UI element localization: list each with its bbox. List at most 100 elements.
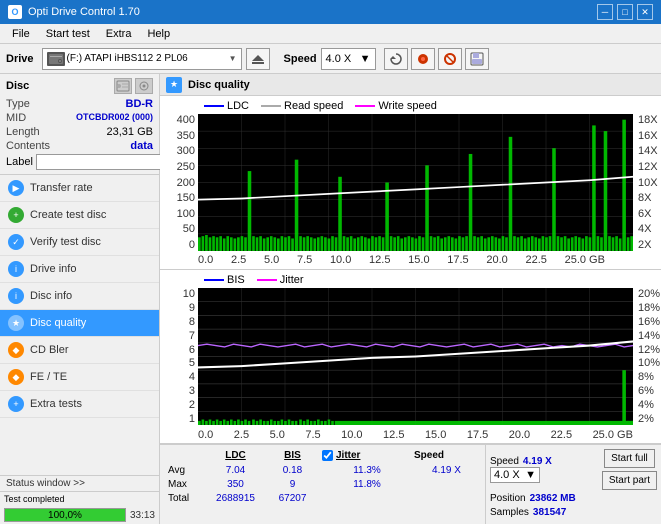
stats-avg-ldc: 7.04 [208,464,263,477]
app-logo: O [8,5,22,19]
nav-create-test-disc[interactable]: + Create test disc [0,202,159,229]
close-button[interactable]: ✕ [637,4,653,20]
erase-button[interactable] [438,48,462,70]
samples-row: Samples 381547 [490,507,657,518]
menu-extra[interactable]: Extra [98,26,140,42]
stats-max-label: Max [166,478,206,491]
speed-dropdown-arrow: ▼ [525,469,536,481]
app-title: Opti Drive Control 1.70 [28,6,140,18]
disc-info-icon[interactable] [114,78,132,94]
bis-jitter-chart: BIS Jitter 10 9 8 7 6 5 4 3 2 [160,270,661,444]
nav-drive-info-icon: i [8,261,24,277]
nav-disc-quality[interactable]: ★ Disc quality [0,310,159,337]
disc-scan-icon[interactable] [135,78,153,94]
minimize-button[interactable]: ─ [597,4,613,20]
stats-max-ldc: 350 [208,478,263,491]
disc-contents-value: data [130,140,153,152]
menu-start-test[interactable]: Start test [38,26,98,42]
nav-transfer-rate-label: Transfer rate [30,182,93,194]
legend-ldc-color [204,105,224,107]
position-label: Position [490,493,526,504]
main-area: Disc Type BD-R MID OTCBDR002 (000) [0,74,661,524]
ldc-y-labels: 400 350 300 250 200 150 100 50 0 [160,114,198,251]
legend-write-speed: Write speed [355,100,437,112]
legend-bis-color [204,279,224,281]
menubar: File Start test Extra Help [0,24,661,44]
stats-header-row: LDC BIS Jitter Speed [166,449,479,462]
content-area: ★ Disc quality LDC Read speed [160,74,661,524]
nav-disc-info[interactable]: i Disc info [0,283,159,310]
speed-dropdown-row: 4.0 X ▼ [490,467,552,483]
maximize-button[interactable]: □ [617,4,633,20]
progress-bar: 100,0% [4,508,126,522]
nav-extra-tests[interactable]: + Extra tests [0,391,159,418]
speed-dropdown-arrow: ▼ [360,53,371,65]
speed-dropdown[interactable]: 4.0 X ▼ [490,467,540,483]
nav-cd-bler-icon: ◆ [8,342,24,358]
legend-bis: BIS [204,274,245,286]
nav-fe-te-icon: ◆ [8,369,24,385]
status-text: Test completed [4,494,65,504]
toolbar-icons [384,48,489,70]
nav-drive-info[interactable]: i Drive info [0,256,159,283]
status-window-button[interactable]: Status window >> [0,476,159,492]
nav-cd-bler[interactable]: ◆ CD Bler [0,337,159,364]
nav-verify-label: Verify test disc [30,236,101,248]
nav-create-test-label: Create test disc [30,209,106,221]
nav-verify-icon: ✓ [8,234,24,250]
bis-x-labels: 0.0 2.5 5.0 7.5 10.0 12.5 15.0 17.5 20.0… [198,429,633,441]
jitter-checkbox-container: Jitter [322,449,412,462]
charts-area: LDC Read speed Write speed 400 350 300 [160,96,661,444]
legend-ldc-label: LDC [227,100,249,112]
stats-bis-header: BIS [265,449,320,462]
drive-select[interactable]: (F:) ATAPI iHBS112 2 PL06 ▼ [42,48,242,70]
disc-mid-field: MID OTCBDR002 (000) [6,112,153,124]
nav-cd-bler-label: CD Bler [30,344,69,356]
stats-max-jitter: 11.8% [322,478,412,491]
start-part-button[interactable]: Start part [602,471,657,490]
stats-avg-bis: 0.18 [265,464,320,477]
nav-extra-tests-icon: + [8,396,24,412]
position-value: 23862 MB [530,493,576,504]
menu-help[interactable]: Help [139,26,178,42]
legend-ldc: LDC [204,100,249,112]
menu-file[interactable]: File [4,26,38,42]
save-button[interactable] [465,48,489,70]
disc-length-value: 23,31 GB [107,126,153,138]
nav-fe-te[interactable]: ◆ FE / TE [0,364,159,391]
disc-type-label: Type [6,98,30,110]
jitter-checkbox[interactable] [322,450,333,461]
progress-label: 100,0% [5,509,125,522]
nav-extra-tests-label: Extra tests [30,398,82,410]
speed-info: Speed 4.19 X [490,456,552,467]
nav-disc-info-icon: i [8,288,24,304]
stats-total-bis: 67207 [265,492,320,505]
speed-display-value: 4.19 X [523,456,552,467]
eject-button[interactable] [246,48,270,70]
nav-disc-quality-icon: ★ [8,315,24,331]
record-button[interactable] [411,48,435,70]
drive-toolbar: Drive (F:) ATAPI iHBS112 2 PL06 ▼ Speed … [0,44,661,74]
nav-transfer-rate[interactable]: ▶ Transfer rate [0,175,159,202]
speed-select[interactable]: 4.0 X ▼ [321,48,376,70]
bis-legend: BIS Jitter [204,274,304,286]
legend-read-speed-color [261,105,281,107]
titlebar: O Opti Drive Control 1.70 ─ □ ✕ [0,0,661,24]
start-full-button[interactable]: Start full [604,449,655,468]
stats-ldc-header: LDC [208,449,263,462]
refresh-button[interactable] [384,48,408,70]
disc-type-value: BD-R [126,98,154,110]
disc-mid-value: OTCBDR002 (000) [76,112,153,124]
stats-max-row: Max 350 9 11.8% [166,478,479,491]
disc-header-icons [114,78,153,94]
stats-avg-speed: 4.19 X [414,464,479,477]
stats-speed-header: Speed [414,450,444,461]
nav-verify-test-disc[interactable]: ✓ Verify test disc [0,229,159,256]
position-row: Position 23862 MB [490,493,657,504]
drive-icon [47,52,65,66]
bis-y-labels: 10 9 8 7 6 5 4 3 2 1 [160,288,198,425]
stats-right-panel: Speed 4.19 X 4.0 X ▼ Start full Start p [485,445,661,524]
ldc-chart-svg [198,114,633,251]
titlebar-left: O Opti Drive Control 1.70 [8,5,140,19]
speed-label: Speed [284,53,317,65]
